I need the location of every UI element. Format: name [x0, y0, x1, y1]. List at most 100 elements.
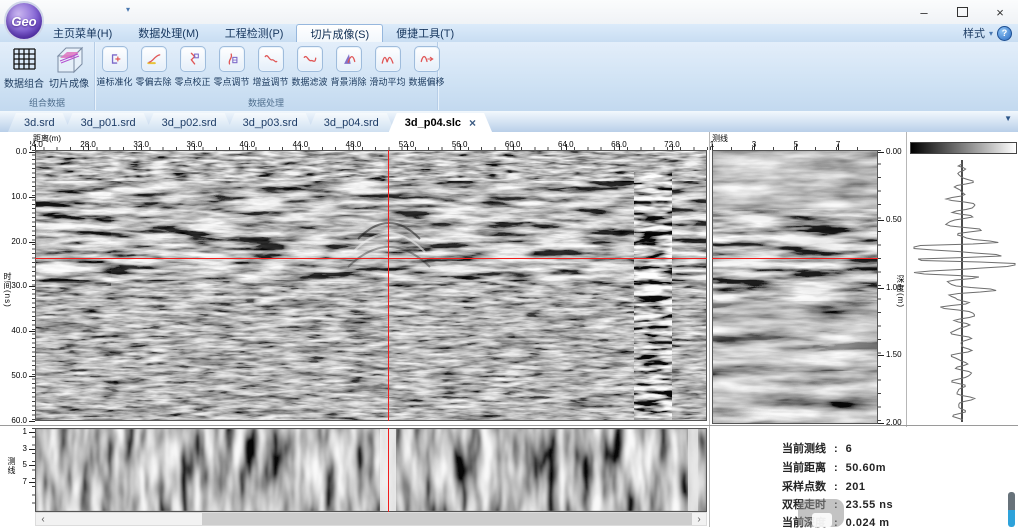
menu-tabs: 主页菜单(H) 数据处理(M) 工程检测(P) 切片成像(S) 便捷工具(T): [40, 24, 467, 42]
ribbon-group-label: 数据处理: [95, 96, 437, 109]
data-migration-button[interactable]: 数据偏移: [407, 46, 446, 88]
moving-average-icon: [379, 50, 397, 68]
style-button[interactable]: 样式: [963, 25, 985, 41]
time-slice-svg: [36, 429, 706, 511]
tick-label: 1.50: [886, 350, 902, 359]
cross-radargram[interactable]: [712, 150, 878, 424]
ribbon: 数据组合 切片成像 组合数据 道标准化: [0, 42, 1018, 112]
background-remove-icon: [340, 50, 358, 68]
depth-axis-title: 深度(m): [895, 275, 906, 308]
zero-point-correct-icon: [184, 50, 202, 68]
tab-close-icon[interactable]: ×: [469, 116, 476, 130]
menu-tab-tools[interactable]: 便捷工具(T): [383, 24, 467, 42]
moving-average-button[interactable]: 滑动平均: [368, 46, 407, 88]
data-filter-button[interactable]: 数据滤波: [290, 46, 329, 88]
slice-y-axis: 1 3 5 7: [0, 428, 35, 511]
gain-adjust-button[interactable]: 增益调节: [251, 46, 290, 88]
app-logo-text: Geo: [11, 14, 36, 29]
data-filter-icon: [301, 50, 319, 68]
doc-tab-active[interactable]: 3d_p04.slc ×: [389, 113, 492, 132]
tick-label: 20.0: [11, 237, 27, 246]
document-tab-bar: 3d.srd 3d_p01.srd 3d_p02.srd 3d_p03.srd …: [0, 111, 1018, 133]
tick-label: 0.00: [886, 147, 902, 156]
tick-label: 60.0: [11, 416, 27, 425]
info-current-distance: 当前距离:50.60m: [782, 459, 886, 475]
doc-tab[interactable]: 3d_p03.srd: [227, 113, 314, 132]
scroll-left-button[interactable]: ‹: [36, 513, 50, 525]
title-bar: [0, 0, 1018, 24]
panel-divider: [709, 426, 710, 527]
doc-tab[interactable]: 3d_p01.srd: [65, 113, 152, 132]
close-button[interactable]: ×: [984, 0, 1016, 24]
dc-offset-remove-icon: [145, 50, 163, 68]
menu-tab-engineering[interactable]: 工程检测(P): [212, 24, 297, 42]
gain-adjust-icon: [262, 50, 280, 68]
ribbon-group-label: 组合数据: [0, 96, 94, 109]
minimize-button[interactable]: –: [908, 0, 940, 24]
cube-slice-icon: [54, 44, 84, 74]
tick-label: 40.0: [11, 326, 27, 335]
info-current-line: 当前测线:6: [782, 440, 852, 456]
tick-label: 5: [23, 460, 27, 469]
slice-imaging-button[interactable]: 切片成像: [47, 44, 91, 96]
scrollbar-thumb[interactable]: [202, 513, 692, 525]
menu-bar: 主页菜单(H) 数据处理(M) 工程检测(P) 切片成像(S) 便捷工具(T) …: [0, 24, 1018, 43]
touch-indicator-overlay: [798, 499, 844, 527]
style-dropdown-icon[interactable]: ▾: [989, 29, 993, 38]
zero-point-adjust-button[interactable]: 零点调节: [212, 46, 251, 88]
tick-label: 1: [23, 427, 27, 436]
main-radargram[interactable]: [35, 150, 707, 421]
zero-point-adjust-icon: [223, 50, 241, 68]
workspace: 距离(m) 24.028.032.036.040.044.048.052.056…: [0, 132, 1018, 527]
main-x-axis: 24.028.032.036.040.044.048.052.056.060.0…: [30, 140, 708, 150]
ribbon-group-combine: 数据组合 切片成像 组合数据: [0, 42, 95, 110]
tick-label: 50.0: [11, 371, 27, 380]
menu-tab-slice-imaging[interactable]: 切片成像(S): [296, 24, 383, 42]
cross-radargram-image: [713, 151, 877, 423]
doc-tab[interactable]: 3d.srd: [8, 113, 71, 132]
data-combine-button[interactable]: 数据组合: [2, 44, 46, 96]
ribbon-group-processing: 道标准化 零偏去除 零点校正 零点调节: [95, 42, 438, 110]
trace-normalize-button[interactable]: 道标准化: [95, 46, 134, 88]
panel-divider: [0, 425, 1018, 426]
time-slice-image[interactable]: [35, 428, 707, 512]
cross-cursor-line: [712, 258, 878, 259]
trace-normalize-icon: [106, 50, 124, 68]
background-remove-button[interactable]: 背景消除: [329, 46, 368, 88]
slice-cursor-line: [388, 428, 389, 512]
quick-access-dropdown-icon[interactable]: ▾: [126, 5, 130, 14]
wiggle-trace-plot[interactable]: [907, 154, 1018, 425]
dc-offset-remove-button[interactable]: 零偏去除: [134, 46, 173, 88]
cursor-horizontal-line: [35, 258, 707, 259]
zero-point-correct-button[interactable]: 零点校正: [173, 46, 212, 88]
grid-icon: [9, 44, 39, 74]
app-logo[interactable]: Geo: [4, 1, 44, 41]
scrollbar-track[interactable]: [50, 513, 692, 525]
grayscale-colorbar: [910, 142, 1017, 154]
tick-label: 3: [23, 444, 27, 453]
tab-overflow-icon[interactable]: ▼: [1004, 114, 1012, 123]
doc-tab[interactable]: 3d_p04.srd: [308, 113, 395, 132]
maximize-icon: [957, 7, 968, 17]
help-icon[interactable]: ?: [997, 26, 1012, 41]
tick-label: 7: [23, 477, 27, 486]
tick-label: 24.0: [30, 140, 43, 149]
panel-divider: [709, 132, 710, 425]
doc-tab[interactable]: 3d_p02.srd: [146, 113, 233, 132]
main-radargram-image: [36, 151, 706, 420]
tick-label: 10.0: [11, 192, 27, 201]
menu-tab-home[interactable]: 主页菜单(H): [40, 24, 125, 42]
scroll-right-button[interactable]: ›: [692, 513, 706, 525]
maximize-button[interactable]: [946, 0, 978, 24]
tick-label: 0.50: [886, 215, 902, 224]
tick-label: 0.0: [16, 147, 27, 156]
cursor-vertical-line: [388, 150, 389, 421]
tick-label: 30.0: [11, 282, 27, 291]
main-y-axis: 0.010.020.030.040.050.060.0: [0, 150, 35, 421]
mini-scrollbar-thumb[interactable]: [1008, 492, 1015, 527]
cross-x-axis: 1357: [710, 140, 878, 150]
horizontal-scrollbar[interactable]: ‹ ›: [35, 512, 707, 526]
menu-tab-data-processing[interactable]: 数据处理(M): [125, 24, 212, 42]
info-sample-count: 采样点数:201: [782, 478, 866, 494]
data-migration-icon: [418, 50, 436, 68]
